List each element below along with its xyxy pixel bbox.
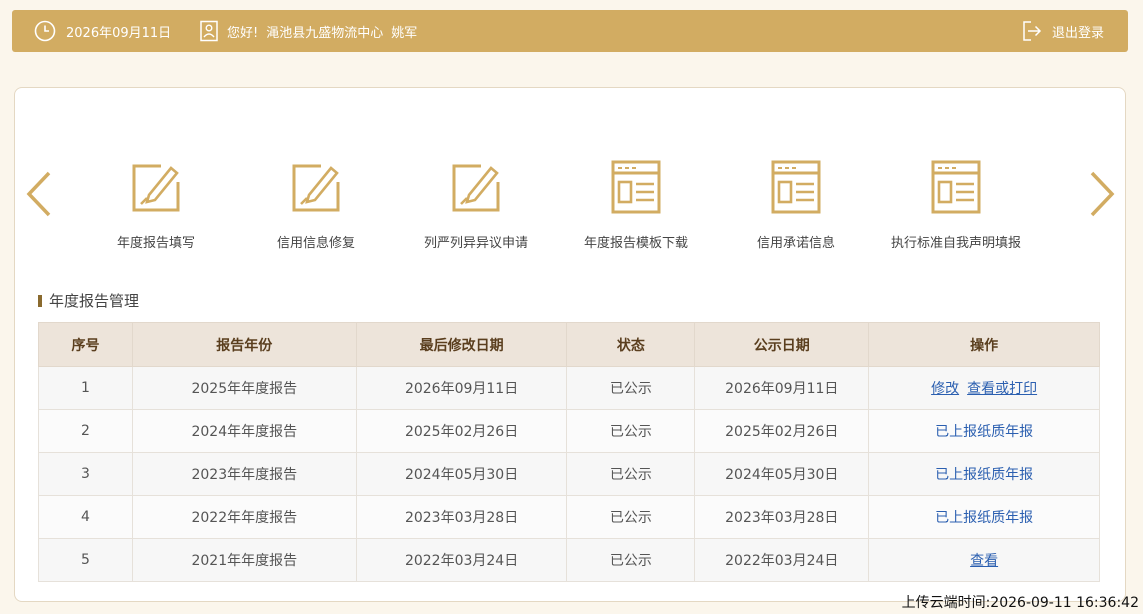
document-template-icon [931,160,981,214]
quick-action-label: 年度报告填写 [116,236,195,251]
table-row: 4 2022年年度报告 2023年03月28日 已公示 2023年03月28日 … [38,495,1100,539]
last-modified-date: 2023年03月28日 [355,495,568,539]
last-modified-date: 2024年05月30日 [355,452,568,496]
table-row: 5 2021年年度报告 2022年03月24日 已公示 2022年03月24日 … [38,538,1100,582]
user-card-icon [200,20,218,42]
actions-cell: 修改 查看或打印 [868,366,1100,410]
actions-cell: 已上报纸质年报 [868,409,1100,453]
last-modified-date: 2025年02月26日 [355,409,568,453]
view-link[interactable]: 查看 [970,553,998,569]
publish-date: 2023年03月28日 [694,495,870,539]
date-display: 2026年09月11日 [34,20,171,42]
actions-cell: 已上报纸质年报 [868,495,1100,539]
company-name: 渑池县九盛物流中心 [266,25,384,41]
report-year: 2025年年度报告 [131,366,357,410]
user-name: 姚军 [391,25,418,41]
section-title: 年度报告管理 [38,290,139,311]
table-row: 2 2024年年度报告 2025年02月26日 已公示 2025年02月26日 … [38,409,1100,453]
actions-cell: 查看 [868,538,1100,582]
status: 已公示 [566,495,696,539]
quick-action-label: 执行标准自我声明填报 [890,236,1021,251]
column-header: 序号 [38,322,133,367]
paper-report-submitted-link[interactable]: 已上报纸质年报 [935,424,1033,440]
quick-action-standard-declaration[interactable]: 执行标准自我声明填报 [876,160,1036,251]
section-title-marker [38,294,42,307]
column-header: 公示日期 [694,322,870,367]
report-year: 2023年年度报告 [131,452,357,496]
quick-action-annual-report[interactable]: 年度报告填写 [76,160,236,251]
upload-time-stamp: 上传云端时间:2026-09-11 16:36:42 [901,595,1139,611]
table-row: 3 2023年年度报告 2024年05月30日 已公示 2024年05月30日 … [38,452,1100,496]
report-year: 2022年年度报告 [131,495,357,539]
clock-icon [34,20,56,42]
quick-action-label: 年度报告模板下载 [583,236,688,251]
status: 已公示 [566,452,696,496]
carousel-next-arrow-icon[interactable] [1087,170,1117,218]
publish-date: 2026年09月11日 [694,366,870,410]
status: 已公示 [566,366,696,410]
view-or-print-link[interactable]: 查看或打印 [967,381,1037,397]
last-modified-date: 2022年03月24日 [355,538,568,582]
quick-action-label: 信用承诺信息 [756,236,835,251]
logout-label: 退出登录 [1051,25,1104,41]
column-header: 报告年份 [131,322,357,367]
row-number: 5 [38,538,133,582]
annual-report-table: 序号 报告年份 最后修改日期 状态 公示日期 操作 1 2025年年度报告 20… [38,322,1100,582]
edit-link[interactable]: 修改 [931,381,959,397]
carousel-prev-arrow-icon[interactable] [24,170,54,218]
publish-date: 2022年03月24日 [694,538,870,582]
logout-button[interactable]: 退出登录 [1022,20,1104,42]
top-bar: 2026年09月11日 您好! 渑池县九盛物流中心 姚军 退出登录 [12,10,1128,52]
edit-form-icon [452,164,500,212]
last-modified-date: 2026年09月11日 [355,366,568,410]
edit-form-icon [292,164,340,212]
status: 已公示 [566,538,696,582]
paper-report-submitted-link[interactable]: 已上报纸质年报 [935,510,1033,526]
row-number: 3 [38,452,133,496]
logout-icon [1023,21,1042,41]
row-number: 2 [38,409,133,453]
status: 已公示 [566,409,696,453]
column-header: 状态 [566,322,696,367]
document-template-icon [611,160,661,214]
publish-date: 2025年02月26日 [694,409,870,453]
column-header: 操作 [868,322,1100,367]
quick-action-credit-commitment[interactable]: 信用承诺信息 [716,160,876,251]
quick-action-objection-application[interactable]: 列严列异异议申请 [396,160,556,251]
report-year: 2024年年度报告 [131,409,357,453]
row-number: 4 [38,495,133,539]
quick-action-credit-repair[interactable]: 信用信息修复 [236,160,396,251]
edit-form-icon [132,164,180,212]
greeting-text: 您好! [227,25,259,41]
table-header-row: 序号 报告年份 最后修改日期 状态 公示日期 操作 [38,322,1100,367]
section-title-text: 年度报告管理 [49,292,140,310]
user-greeting: 您好! 渑池县九盛物流中心 姚军 [199,20,417,42]
current-date: 2026年09月11日 [66,25,172,41]
report-year: 2021年年度报告 [131,538,357,582]
quick-action-label: 信用信息修复 [276,236,355,251]
row-number: 1 [38,366,133,410]
column-header: 最后修改日期 [355,322,568,367]
paper-report-submitted-link[interactable]: 已上报纸质年报 [935,467,1033,483]
quick-action-label: 列严列异异议申请 [423,236,528,251]
actions-cell: 已上报纸质年报 [868,452,1100,496]
publish-date: 2024年05月30日 [694,452,870,496]
document-template-icon [771,160,821,214]
quick-action-template-download[interactable]: 年度报告模板下载 [556,160,716,251]
table-row: 1 2025年年度报告 2026年09月11日 已公示 2026年09月11日 … [38,366,1100,410]
